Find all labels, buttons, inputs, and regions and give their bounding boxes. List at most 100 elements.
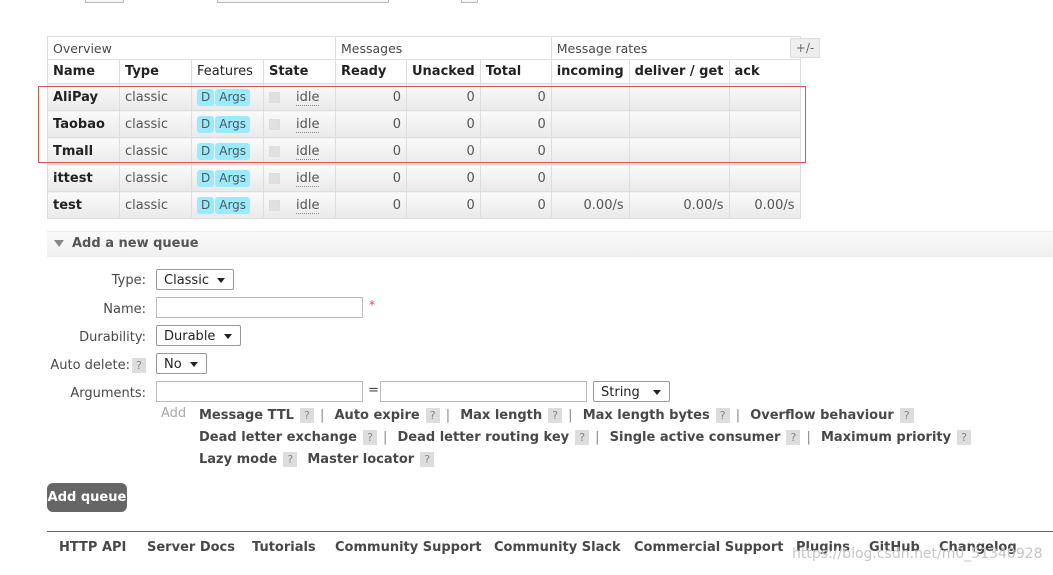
help-icon[interactable]: ? [425, 408, 440, 423]
separator: | [382, 430, 388, 445]
feature-durable-badge: D [197, 169, 215, 187]
help-icon[interactable]: ? [899, 408, 914, 423]
incoming-rate: 0.00/s [550, 191, 630, 219]
group-overview: Overview [47, 36, 336, 60]
unacked-count: 0 [406, 137, 481, 165]
queue-state: idle [263, 137, 336, 165]
dropdown-caret-icon [653, 390, 661, 395]
argument-key-input[interactable] [156, 381, 363, 402]
incoming-rate [550, 137, 630, 165]
table-row[interactable]: AliPay classic D Args idle 0 0 0 [47, 83, 801, 111]
arg-max-length-bytes-link[interactable]: Max length bytes [583, 408, 710, 423]
state-label: idle [296, 89, 320, 106]
argument-value-input[interactable] [380, 381, 587, 402]
queue-name-link[interactable]: ittest [47, 164, 120, 192]
argument-shortcuts: Message TTL? | Auto expire? | Max length? |… [199, 407, 977, 473]
type-select[interactable]: Classic [156, 269, 234, 290]
dropdown-caret-icon [190, 362, 198, 367]
table-row[interactable]: ittest classic D Args idle 0 0 0 [47, 164, 801, 192]
help-icon[interactable]: ? [299, 408, 314, 423]
incoming-rate [550, 164, 630, 192]
argument-type-select-value: String [601, 385, 640, 400]
footer-link-http-api[interactable]: HTTP API [59, 540, 126, 555]
arg-overflow-behaviour-link[interactable]: Overflow behaviour [750, 408, 894, 423]
arg-message-ttl-link[interactable]: Message TTL [199, 408, 294, 423]
add-argument-link[interactable]: Add [161, 406, 186, 421]
name-input[interactable] [156, 297, 363, 318]
help-icon[interactable]: ? [575, 430, 590, 445]
col-ready[interactable]: Ready [335, 59, 407, 84]
arg-lazy-mode-link[interactable]: Lazy mode [199, 452, 277, 467]
footer-link-server-docs[interactable]: Server Docs [147, 540, 235, 555]
help-icon[interactable]: ? [548, 408, 563, 423]
feature-args-badge: Args [215, 88, 251, 106]
type-label: Type: [111, 273, 146, 288]
queue-name-link[interactable]: Tmall [47, 137, 120, 165]
section-title: Add a new queue [72, 236, 199, 251]
feature-args-badge: Args [215, 196, 251, 214]
table-row[interactable]: Taobao classic D Args idle 0 0 0 [47, 110, 801, 138]
col-state[interactable]: State [263, 59, 336, 84]
help-icon[interactable]: ? [132, 358, 146, 373]
state-label: idle [296, 143, 320, 160]
deliver-get-rate [628, 164, 730, 192]
durability-select[interactable]: Durable [156, 325, 241, 346]
feature-durable-badge: D [197, 196, 215, 214]
table-row[interactable]: Tmall classic D Args idle 0 0 0 [47, 137, 801, 165]
top-input-remnant[interactable] [85, 0, 124, 3]
arg-master-locator-link[interactable]: Master locator [307, 452, 414, 467]
col-ack[interactable]: ack [728, 59, 801, 84]
col-total[interactable]: Total [479, 59, 552, 84]
footer-link-commercial-support[interactable]: Commercial Support [634, 540, 784, 555]
queue-type: classic [119, 137, 192, 165]
col-type[interactable]: Type [119, 59, 192, 84]
incoming-rate [550, 83, 630, 111]
unacked-count: 0 [406, 191, 481, 219]
dropdown-caret-icon [224, 334, 232, 339]
help-icon[interactable]: ? [786, 430, 801, 445]
state-indicator-icon [269, 172, 280, 184]
arg-max-length-link[interactable]: Max length [460, 408, 542, 423]
arg-single-active-consumer-link[interactable]: Single active consumer [610, 430, 781, 445]
ack-rate [728, 164, 801, 192]
argument-shortcut-line: Dead letter exchange? | Dead letter routi… [199, 429, 977, 451]
add-queue-button[interactable]: Add queue [47, 483, 127, 512]
arg-auto-expire-link[interactable]: Auto expire [335, 408, 420, 423]
help-icon[interactable]: ? [957, 430, 972, 445]
col-unacked[interactable]: Unacked [406, 59, 481, 84]
state-indicator-icon [269, 199, 280, 211]
queue-features: D Args [191, 83, 264, 111]
table-row[interactable]: test classic D Args idle 0 0 0 0.00/s 0.0… [47, 191, 801, 219]
top-input-remnant[interactable] [217, 0, 389, 3]
argument-type-select[interactable]: String [593, 381, 670, 402]
deliver-get-rate [628, 137, 730, 165]
top-checkbox-remnant[interactable] [461, 0, 478, 3]
col-incoming[interactable]: incoming [550, 59, 630, 84]
col-features[interactable]: Features [191, 59, 264, 84]
add-queue-section-toggle[interactable]: Add a new queue [47, 231, 1053, 257]
arg-dead-letter-exchange-link[interactable]: Dead letter exchange [199, 430, 357, 445]
help-icon[interactable]: ? [715, 408, 730, 423]
table-group-header-row: Overview Messages Message rates [47, 36, 801, 60]
watermark-text: https://blog.csdn.net/m0_51340928 [792, 546, 1043, 562]
column-toggle-button[interactable]: +/- [790, 38, 820, 58]
auto-delete-select[interactable]: No [156, 353, 207, 374]
ack-rate [728, 110, 801, 138]
col-deliver-get[interactable]: deliver / get [628, 59, 730, 84]
footer-link-tutorials[interactable]: Tutorials [252, 540, 316, 555]
arg-maximum-priority-link[interactable]: Maximum priority [821, 430, 951, 445]
col-name[interactable]: Name [47, 59, 120, 84]
help-icon[interactable]: ? [420, 452, 435, 467]
separator: | [319, 408, 325, 423]
help-icon[interactable]: ? [362, 430, 377, 445]
top-controls-remnant [0, 0, 1053, 6]
queue-name-link[interactable]: test [47, 191, 120, 219]
help-icon[interactable]: ? [283, 452, 298, 467]
footer-link-community-support[interactable]: Community Support [335, 540, 482, 555]
queue-features: D Args [191, 191, 264, 219]
footer-link-community-slack[interactable]: Community Slack [494, 540, 621, 555]
queue-name-link[interactable]: Taobao [47, 110, 120, 138]
queue-name-link[interactable]: AliPay [47, 83, 120, 111]
arg-dead-letter-routing-key-link[interactable]: Dead letter routing key [398, 430, 570, 445]
ready-count: 0 [335, 164, 407, 192]
